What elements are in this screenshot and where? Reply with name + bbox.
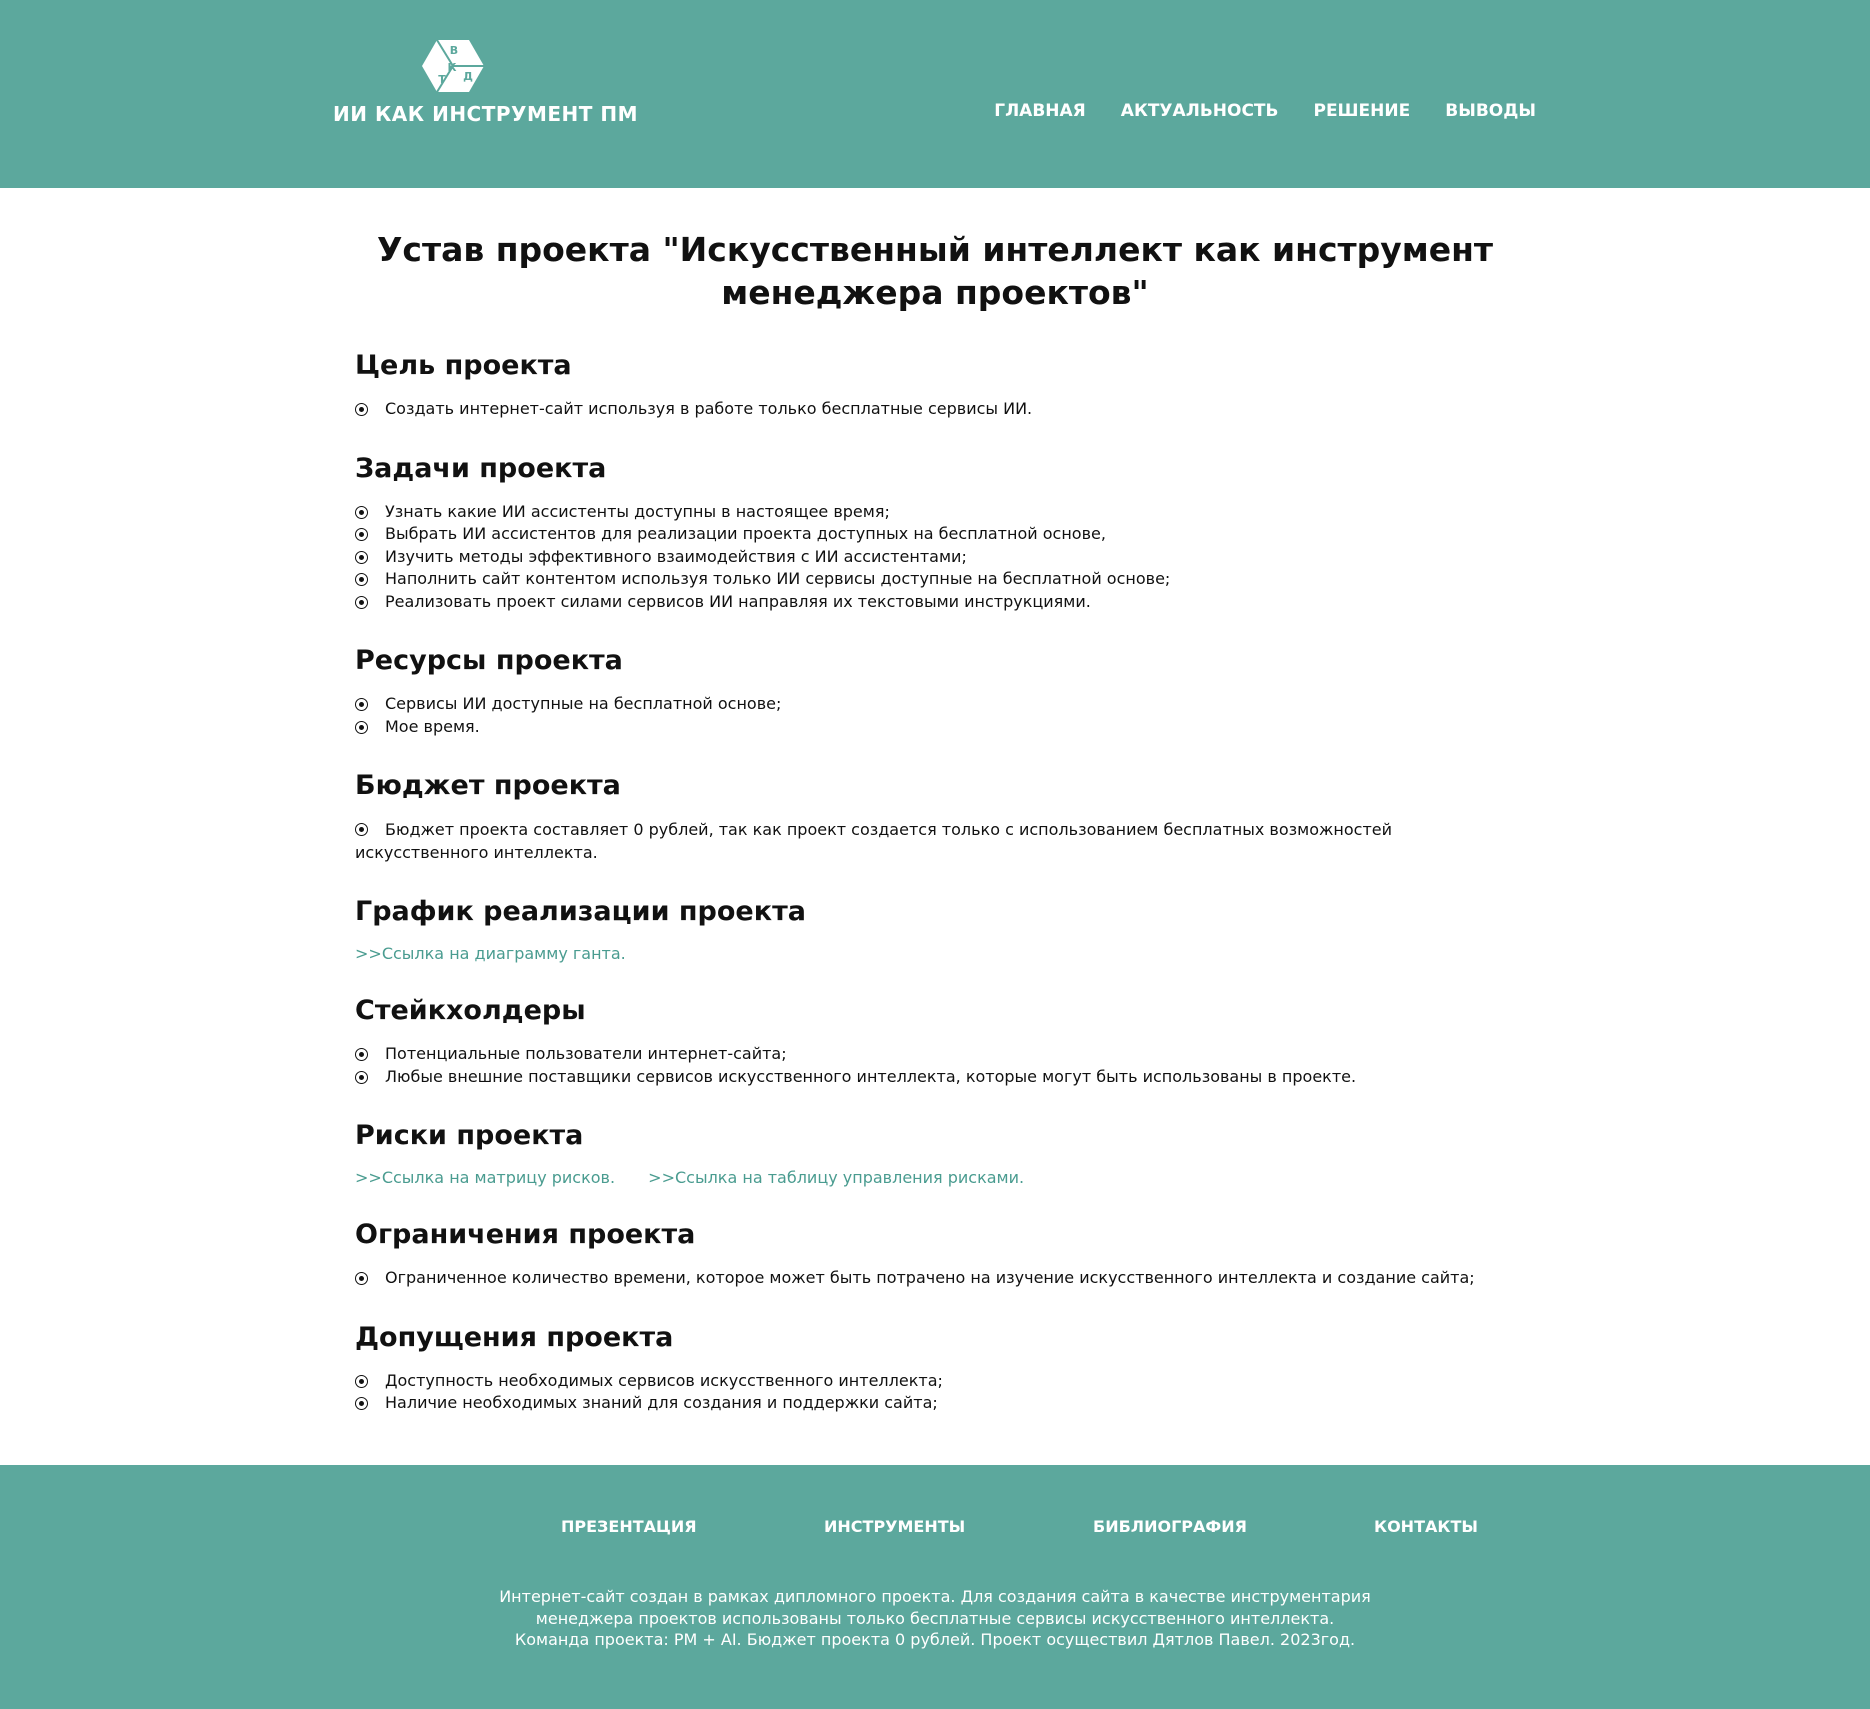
section-heading: Риски проекта [355, 1120, 584, 1151]
radio-bullet-icon [355, 573, 368, 586]
section-schedule: График реализации проекта >>Ссылка на ди… [355, 894, 1515, 963]
logo-letter: В [450, 44, 458, 57]
section-tasks: Задачи проекта Узнать какие ИИ ассистент… [355, 451, 1515, 614]
list-item-text: Сервисы ИИ доступные на бесплатной основ… [385, 694, 782, 713]
radio-bullet-icon [355, 528, 368, 541]
section-heading: Ресурсы проекта [355, 645, 623, 676]
section-heading: Задачи проекта [355, 452, 607, 484]
list-item: Наличие необходимых знаний для создания … [355, 1392, 1515, 1415]
logo-letter: Д [463, 70, 473, 83]
goal-list: Создать интернет-сайт используя в работе… [355, 398, 1515, 421]
section-risks: Риски проекта >>Ссылка на матрицу рисков… [355, 1118, 1515, 1187]
radio-bullet-icon [355, 1048, 368, 1061]
main-nav: ГЛАВНАЯ АКТУАЛЬНОСТЬ РЕШЕНИЕ ВЫВОДЫ [994, 101, 1536, 121]
list-item: Реализовать проект силами сервисов ИИ на… [355, 591, 1515, 614]
radio-bullet-icon [355, 1374, 368, 1388]
section-heading: Стейкхолдеры [355, 995, 586, 1026]
gantt-chart-link[interactable]: >>Ссылка на диаграмму ганта. [355, 944, 626, 963]
radio-bullet-icon [355, 698, 368, 711]
list-item: Сервисы ИИ доступные на бесплатной основ… [355, 693, 1515, 716]
list-item: Доступность необходимых сервисов искусст… [355, 1370, 1515, 1393]
radio-bullet-icon [355, 403, 368, 416]
footer-link-tools[interactable]: ИНСТРУМЕНТЫ [824, 1517, 965, 1536]
list-item-text: Ограниченное количество времени, которое… [385, 1268, 1475, 1287]
site-logo[interactable]: В К Т Д ИИ КАК ИНСТРУМЕНТ ПМ [333, 38, 638, 126]
section-goal: Цель проекта Создать интернет-сайт испол… [355, 348, 1515, 421]
list-item: Изучить методы эффективного взаимодейств… [355, 546, 1515, 569]
section-budget: Бюджет проекта Бюджет проекта составляет… [355, 768, 1515, 864]
nav-link-conclusions[interactable]: ВЫВОДЫ [1445, 101, 1536, 121]
assumptions-list: Доступность необходимых сервисов искусст… [355, 1370, 1515, 1415]
list-item-text: Выбрать ИИ ассистентов для реализации пр… [385, 524, 1106, 543]
list-item-text: Любые внешние поставщики сервисов искусс… [385, 1066, 1357, 1086]
section-heading: График реализации проекта [355, 896, 806, 927]
footer-text-line: менеджера проектов использованы только б… [535, 1608, 1335, 1628]
list-item-text: Наличие необходимых знаний для создания … [385, 1393, 938, 1412]
radio-bullet-icon [355, 1397, 368, 1410]
list-item: Наполнить сайт контентом используя тольк… [355, 568, 1515, 591]
footer-link-bibliography[interactable]: БИБЛИОГРАФИЯ [1093, 1517, 1247, 1536]
risk-matrix-link[interactable]: >>Ссылка на матрицу рисков. [355, 1168, 615, 1187]
list-item: Потенциальные пользователи интернет-сайт… [355, 1043, 1515, 1066]
section-stakeholders: Стейкхолдеры Потенциальные пользователи … [355, 993, 1515, 1088]
footer-text-line: Команда проекта: PM + AI. Бюджет проекта… [514, 1630, 1356, 1649]
section-constraints: Ограничения проекта Ограниченное количес… [355, 1217, 1515, 1290]
site-footer: ПРЕЗЕНТАЦИЯ ИНСТРУМЕНТЫ БИБЛИОГРАФИЯ КОН… [0, 1465, 1870, 1709]
list-item-text: Создать интернет-сайт используя в работе… [385, 399, 1033, 418]
radio-bullet-icon [355, 505, 368, 519]
section-heading: Цель проекта [355, 350, 572, 381]
radio-bullet-icon [355, 823, 368, 836]
list-item-text: Реализовать проект силами сервисов ИИ на… [385, 591, 1091, 611]
site-name: ИИ КАК ИНСТРУМЕНТ ПМ [333, 102, 638, 126]
list-item-text: Потенциальные пользователи интернет-сайт… [385, 1044, 787, 1063]
list-item: Ограниченное количество времени, которое… [355, 1267, 1515, 1290]
budget-text: Бюджет проекта составляет 0 рублей, так … [355, 820, 1393, 862]
list-item: Узнать какие ИИ ассистенты доступны в на… [355, 501, 1515, 524]
resources-list: Сервисы ИИ доступные на бесплатной основ… [355, 693, 1515, 738]
section-heading: Ограничения проекта [355, 1219, 696, 1250]
list-item-text: Доступность необходимых сервисов искусст… [385, 1370, 943, 1390]
logo-letter: Т [438, 73, 446, 86]
constraints-list: Ограниченное количество времени, которое… [355, 1267, 1515, 1290]
radio-bullet-icon [355, 1070, 368, 1084]
radio-bullet-icon [355, 550, 368, 564]
list-item-text: Изучить методы эффективного взаимодейств… [385, 546, 967, 566]
list-item-text: Мое время. [385, 716, 480, 736]
section-heading: Допущения проекта [355, 1321, 674, 1353]
list-item: Выбрать ИИ ассистентов для реализации пр… [355, 523, 1515, 546]
tasks-list: Узнать какие ИИ ассистенты доступны в на… [355, 501, 1515, 614]
logo-hexagon-icon: В К Т Д [422, 39, 484, 93]
list-item: Мое время. [355, 716, 1515, 739]
logo-letter: К [448, 61, 457, 74]
budget-paragraph: Бюджет проекта составляет 0 рублей, так … [355, 818, 1515, 864]
footer-text-line: Интернет-сайт создан в рамках дипломного… [499, 1587, 1371, 1606]
site-header: В К Т Д ИИ КАК ИНСТРУМЕНТ ПМ ГЛАВНАЯ АКТ… [0, 0, 1870, 188]
list-item: Любые внешние поставщики сервисов искусс… [355, 1066, 1515, 1089]
list-item: Создать интернет-сайт используя в работе… [355, 398, 1515, 421]
page-title: Устав проекта "Искусственный интеллект к… [376, 230, 1494, 312]
nav-link-relevance[interactable]: АКТУАЛЬНОСТЬ [1121, 101, 1279, 121]
radio-bullet-icon [355, 595, 368, 609]
risk-table-link[interactable]: >>Ссылка на таблицу управления рисками. [648, 1168, 1024, 1187]
radio-bullet-icon [355, 720, 368, 734]
section-assumptions: Допущения проекта Доступность необходимы… [355, 1320, 1515, 1415]
section-heading: Бюджет проекта [355, 770, 621, 801]
footer-link-contacts[interactable]: КОНТАКТЫ [1374, 1517, 1478, 1536]
footer-link-presentation[interactable]: ПРЕЗЕНТАЦИЯ [561, 1517, 697, 1536]
stakeholders-list: Потенциальные пользователи интернет-сайт… [355, 1043, 1515, 1088]
list-item-text: Наполнить сайт контентом используя тольк… [385, 569, 1171, 588]
footer-description: Интернет-сайт создан в рамках дипломного… [435, 1586, 1435, 1651]
main-content: Устав проекта "Искусственный интеллект к… [355, 228, 1515, 1445]
nav-link-home[interactable]: ГЛАВНАЯ [994, 101, 1086, 121]
nav-link-solution[interactable]: РЕШЕНИЕ [1313, 101, 1410, 121]
list-item-text: Узнать какие ИИ ассистенты доступны в на… [385, 501, 890, 521]
radio-bullet-icon [355, 1272, 368, 1285]
section-resources: Ресурсы проекта Сервисы ИИ доступные на … [355, 643, 1515, 738]
